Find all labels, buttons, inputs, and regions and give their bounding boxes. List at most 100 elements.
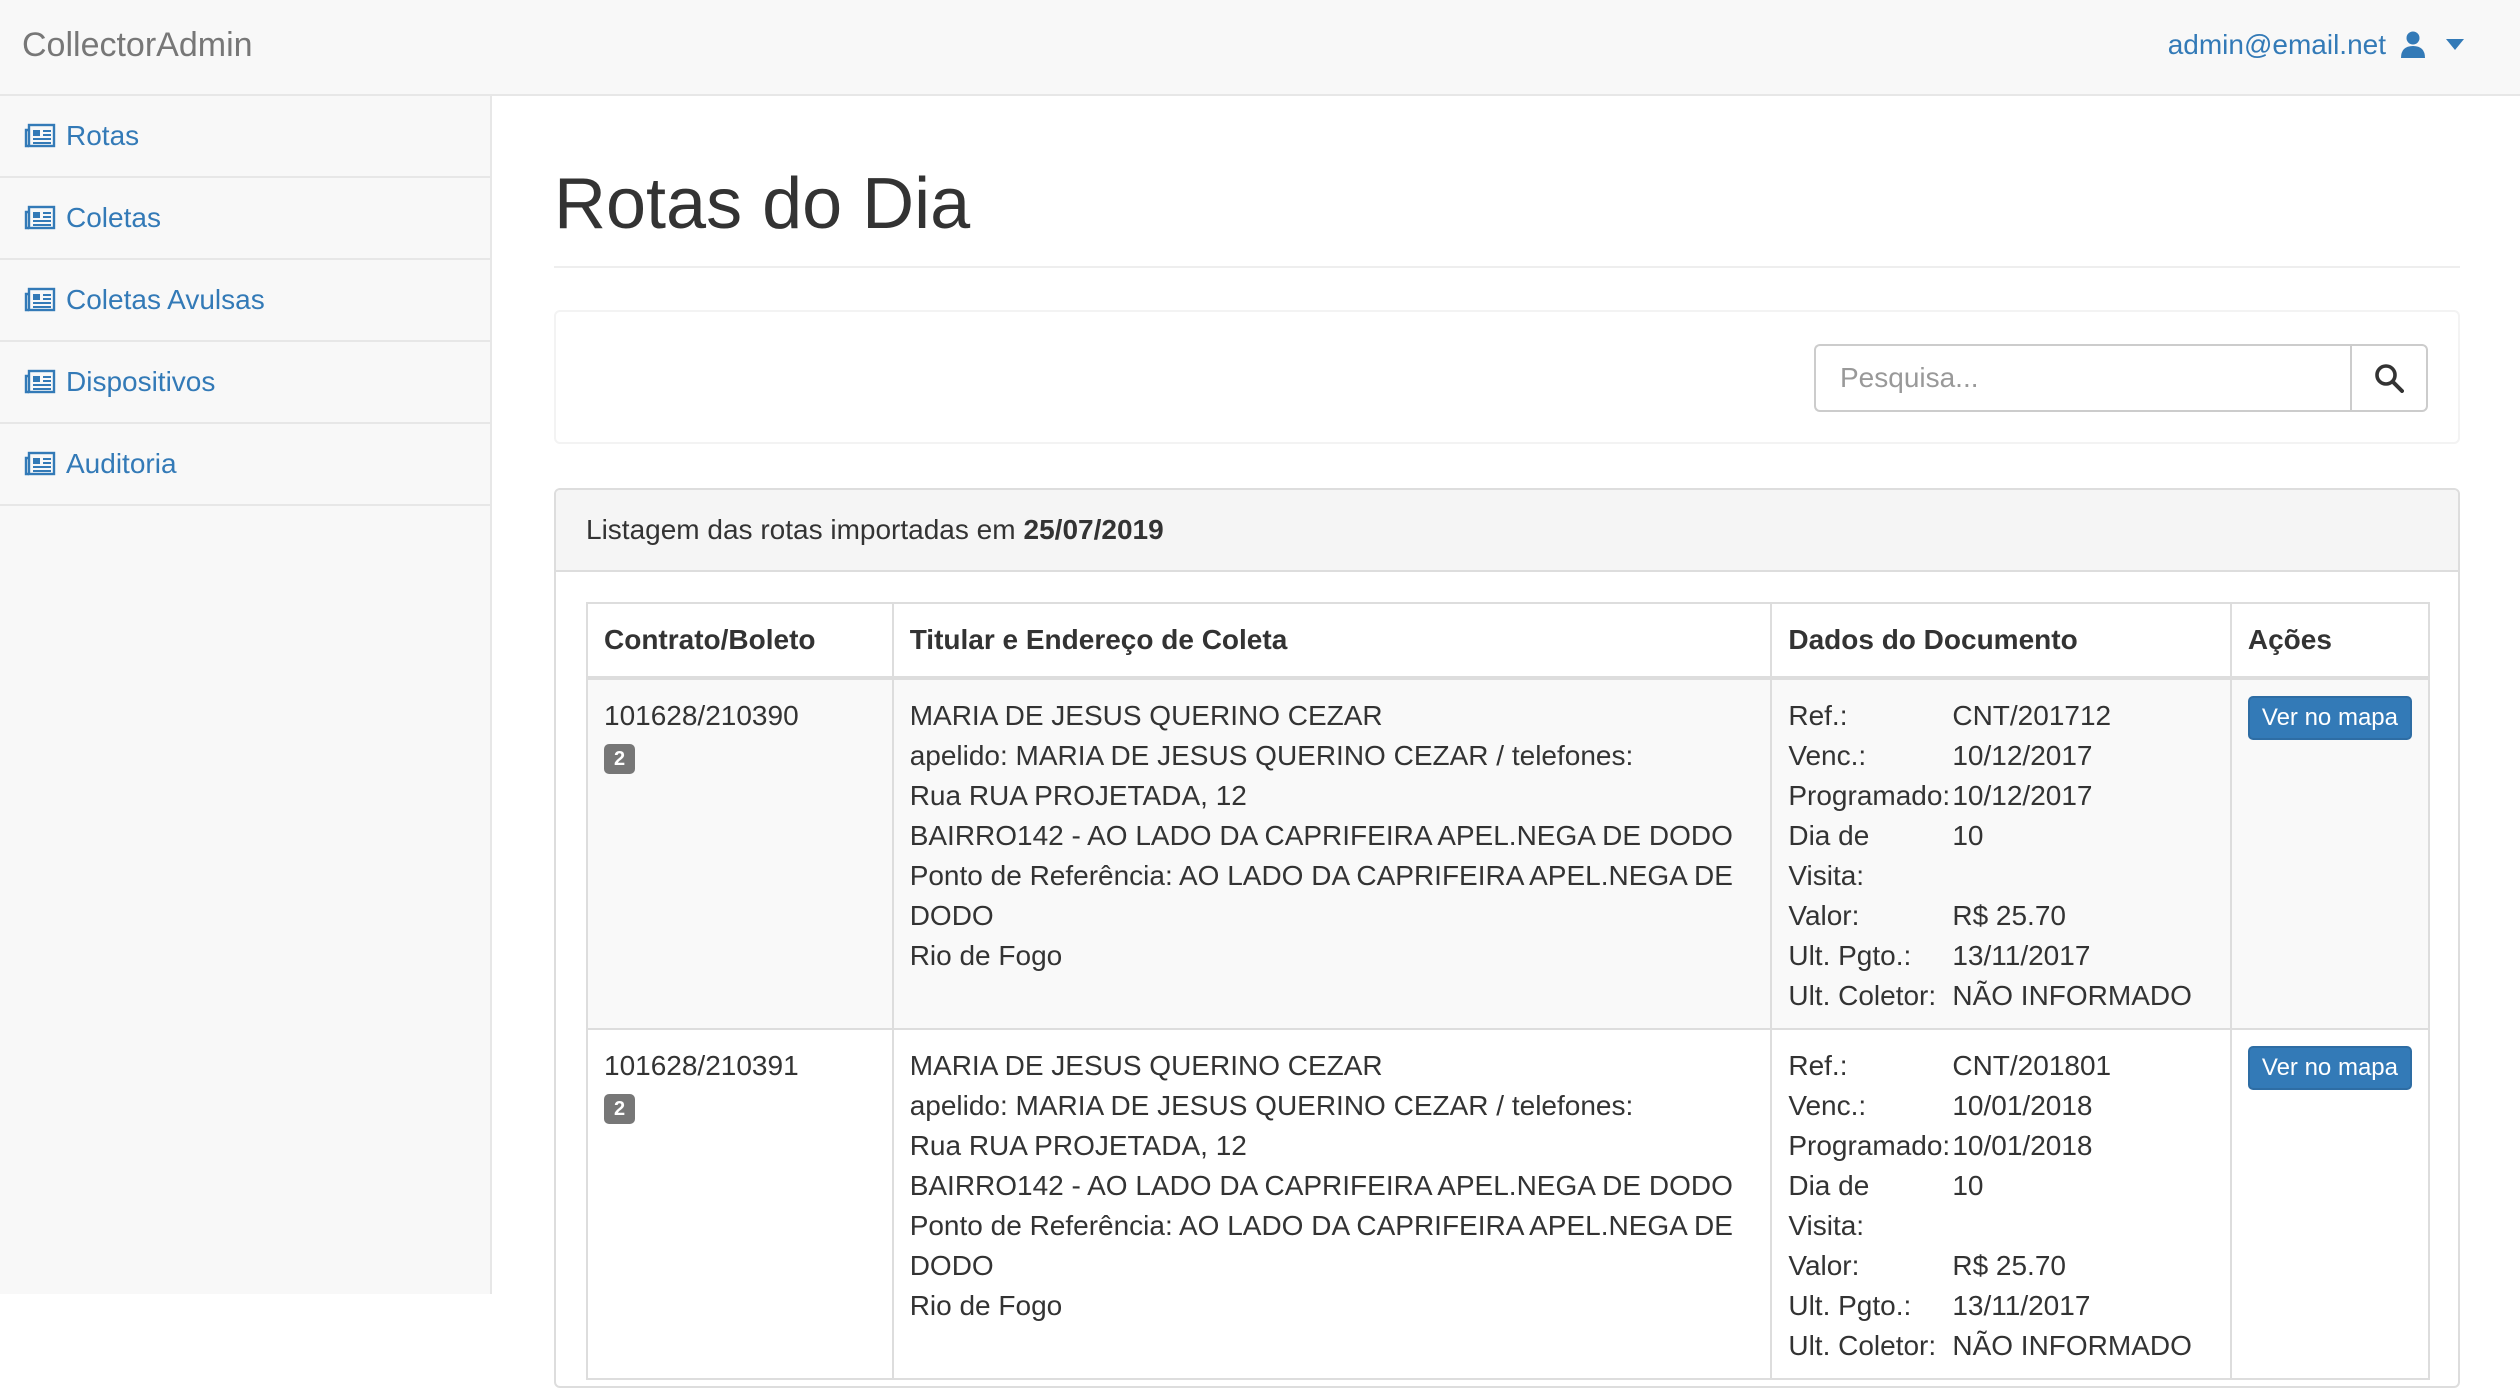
doc-dia-visita-value: 10 <box>1952 820 1984 851</box>
doc-ult-coletor-value: NÃO INFORMADO <box>1952 980 2192 1011</box>
newspaper-icon <box>24 205 56 230</box>
sidebar-item-dispositivos[interactable]: Dispositivos <box>0 342 490 424</box>
doc-valor: Valor: R$ 25.70 <box>1788 1246 2214 1286</box>
view-on-map-button[interactable]: Ver no mapa <box>2247 696 2412 740</box>
panel-heading: Listagem das rotas importadas em 25/07/2… <box>556 490 2458 572</box>
table-row: 101628/210390 2 MARIA DE JESUS QUERINO C… <box>586 677 2431 1030</box>
newspaper-icon <box>24 451 56 476</box>
document-cell: Ref.: CNT/201801 Venc.: 10/01/2018 Program… <box>1770 1028 2232 1380</box>
doc-venc: Venc.: 10/01/2018 <box>1788 1086 2214 1126</box>
column-header-titular: Titular e Endereço de Coleta <box>891 602 1773 680</box>
holder-apelido: apelido: MARIA DE JESUS QUERINO CEZAR / … <box>909 740 1634 771</box>
doc-ult-pgto: Ult. Pgto.: 13/11/2017 <box>1788 936 2214 976</box>
table-header-row: Contrato/Boleto Titular e Endereço de Co… <box>586 602 2431 680</box>
column-header-acoes: Ações <box>2229 602 2431 680</box>
doc-venc: Venc.: 10/12/2017 <box>1788 736 2214 776</box>
contract-number: 101628/210391 <box>604 1050 799 1081</box>
doc-programado: Programado: 10/01/2018 <box>1788 1126 2214 1166</box>
routes-table-wrap: Contrato/Boleto Titular e Endereço de Co… <box>586 602 2431 1380</box>
sidebar: Rotas Coletas Coletas Avulsas Dispositiv… <box>0 96 492 1294</box>
doc-ult-pgto-value: 13/11/2017 <box>1952 1290 2091 1321</box>
search-button[interactable] <box>2350 344 2428 412</box>
column-header-documento: Dados do Documento <box>1770 602 2232 680</box>
routes-table: Contrato/Boleto Titular e Endereço de Co… <box>586 602 2431 1380</box>
sidebar-item-label: Auditoria <box>66 448 177 479</box>
doc-ref-value: CNT/201801 <box>1952 1050 2112 1081</box>
doc-venc-value: 10/12/2017 <box>1952 740 2093 771</box>
count-badge: 2 <box>604 1094 636 1124</box>
doc-valor: Valor: R$ 25.70 <box>1788 896 2214 936</box>
doc-ult-coletor: Ult. Coletor: NÃO INFORMADO <box>1788 1326 2214 1366</box>
holder-apelido: apelido: MARIA DE JESUS QUERINO CEZAR / … <box>909 1090 1634 1121</box>
view-on-map-button[interactable]: Ver no mapa <box>2247 1046 2412 1090</box>
doc-ref-label: Ref.: <box>1788 700 1848 731</box>
address-street: Rua RUA PROJETADA, 12 <box>909 1130 1247 1161</box>
panel-heading-text: Listagem das rotas importadas em <box>586 514 1016 545</box>
doc-ult-pgto-label: Ult. Pgto.: <box>1788 940 1912 971</box>
doc-programado-value: 10/12/2017 <box>1952 780 2093 811</box>
search-input[interactable] <box>1814 344 2350 412</box>
address-street: Rua RUA PROJETADA, 12 <box>909 780 1247 811</box>
address-referencia: Ponto de Referência: AO LADO DA CAPRIFEI… <box>909 1210 1733 1281</box>
doc-ult-pgto: Ult. Pgto.: 13/11/2017 <box>1788 1286 2214 1326</box>
doc-venc-value: 10/01/2018 <box>1952 1090 2093 1121</box>
doc-ult-coletor-value: NÃO INFORMADO <box>1952 1330 2192 1361</box>
sidebar-item-label: Coletas Avulsas <box>66 284 265 315</box>
chevron-down-icon <box>2446 39 2464 50</box>
doc-venc-label: Venc.: <box>1788 740 1867 771</box>
contract-cell: 101628/210390 2 <box>586 677 894 1030</box>
doc-dia-visita: Dia de Visita: 10 <box>1788 1166 2214 1246</box>
address-bairro: BAIRRO142 - AO LADO DA CAPRIFEIRA APEL.N… <box>909 1170 1733 1201</box>
holder-name: MARIA DE JESUS QUERINO CEZAR <box>909 700 1383 731</box>
doc-ref-label: Ref.: <box>1788 1050 1848 1081</box>
doc-ult-pgto-label: Ult. Pgto.: <box>1788 1290 1912 1321</box>
sidebar-item-auditoria[interactable]: Auditoria <box>0 424 490 506</box>
newspaper-icon <box>24 369 56 394</box>
contract-number: 101628/210390 <box>604 700 799 731</box>
sidebar-item-rotas[interactable]: Rotas <box>0 96 490 178</box>
routes-panel: Listagem das rotas importadas em 25/07/2… <box>554 488 2460 1388</box>
doc-programado-value: 10/01/2018 <box>1952 1130 2093 1161</box>
doc-ult-pgto-value: 13/11/2017 <box>1952 940 2091 971</box>
doc-valor-value: R$ 25.70 <box>1952 900 2066 931</box>
top-navbar: CollectorAdmin admin@email.net <box>0 0 2520 96</box>
doc-venc-label: Venc.: <box>1788 1090 1867 1121</box>
table-row: 101628/210391 2 MARIA DE JESUS QUERINO C… <box>586 1028 2431 1380</box>
address-city: Rio de Fogo <box>909 1290 1063 1321</box>
actions-cell: Ver no mapa <box>2229 677 2431 1030</box>
newspaper-icon <box>24 287 56 312</box>
actions-cell: Ver no mapa <box>2229 1028 2431 1380</box>
search-well <box>554 310 2460 444</box>
brand-link[interactable]: CollectorAdmin <box>22 0 253 90</box>
doc-ref-value: CNT/201712 <box>1952 700 2112 731</box>
address-referencia: Ponto de Referência: AO LADO DA CAPRIFEI… <box>909 860 1733 931</box>
doc-valor-value: R$ 25.70 <box>1952 1250 2066 1281</box>
doc-dia-visita-label: Dia de Visita: <box>1788 820 1870 891</box>
page-header: Rotas do Dia <box>554 168 2460 268</box>
address-city: Rio de Fogo <box>909 940 1063 971</box>
sidebar-item-label: Dispositivos <box>66 366 216 397</box>
newspaper-icon <box>24 123 56 148</box>
doc-dia-visita-label: Dia de Visita: <box>1788 1170 1870 1241</box>
doc-ult-coletor-label: Ult. Coletor: <box>1788 980 1937 1011</box>
panel-heading-date: 25/07/2019 <box>1023 514 1164 545</box>
doc-ult-coletor: Ult. Coletor: NÃO INFORMADO <box>1788 976 2214 1016</box>
user-icon <box>2401 31 2425 58</box>
document-cell: Ref.: CNT/201712 Venc.: 10/12/2017 Program… <box>1770 677 2232 1030</box>
count-badge: 2 <box>604 744 636 774</box>
column-header-contrato: Contrato/Boleto <box>586 602 894 680</box>
user-email: admin@email.net <box>2167 29 2386 60</box>
doc-valor-label: Valor: <box>1788 1250 1860 1281</box>
sidebar-item-coletas-avulsas[interactable]: Coletas Avulsas <box>0 260 490 342</box>
doc-dia-visita: Dia de Visita: 10 <box>1788 816 2214 896</box>
main-content: Rotas do Dia Listagem das rotas importad… <box>554 96 2460 1388</box>
user-menu-dropdown[interactable]: admin@email.net <box>2168 0 2464 90</box>
sidebar-item-coletas[interactable]: Coletas <box>0 178 490 260</box>
sidebar-item-label: Rotas <box>66 120 140 151</box>
doc-programado: Programado: 10/12/2017 <box>1788 776 2214 816</box>
doc-programado-label: Programado: <box>1788 780 1951 811</box>
doc-ult-coletor-label: Ult. Coletor: <box>1788 1330 1937 1361</box>
search-group <box>1814 344 2428 412</box>
doc-dia-visita-value: 10 <box>1952 1170 1984 1201</box>
holder-name: MARIA DE JESUS QUERINO CEZAR <box>909 1050 1383 1081</box>
